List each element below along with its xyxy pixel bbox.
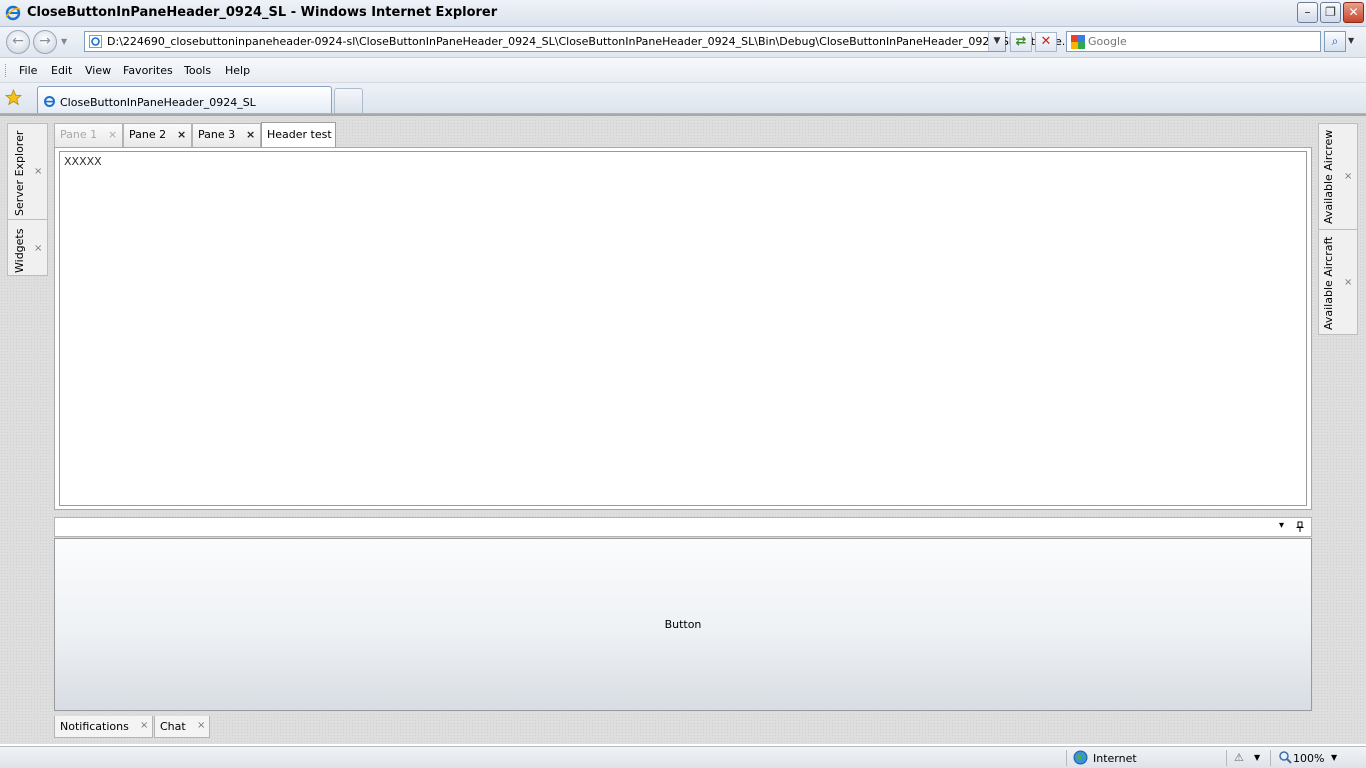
protected-mode-icon[interactable]: ⚠ — [1234, 751, 1244, 764]
address-url[interactable]: D:\224690_closebuttoninpaneheader-0924-s… — [107, 35, 1090, 48]
stop-button[interactable]: ✕ — [1035, 32, 1057, 52]
forward-button[interactable]: → — [33, 30, 57, 54]
dock-tab-server-explorer[interactable]: Server Explorer × — [8, 124, 47, 220]
browser-tab-label: CloseButtonInPaneHeader_0924_SL — [60, 96, 256, 109]
document-pane: XXXXX — [54, 147, 1312, 510]
doc-tab-header-test[interactable]: Header test — [261, 122, 336, 148]
dock-tab-label: Server Explorer — [13, 130, 26, 216]
status-separator — [1226, 750, 1227, 766]
zoom-magnifier-icon — [1279, 751, 1292, 764]
search-options-dropdown-icon[interactable]: ▼ — [1348, 36, 1354, 45]
close-icon[interactable]: × — [197, 720, 205, 731]
bottom-tab-label: Notifications — [60, 720, 129, 733]
doc-tab-label: Pane 3 — [198, 128, 236, 141]
bottom-pane-header: ▾ — [54, 517, 1312, 537]
document-content-area[interactable]: XXXXX — [59, 151, 1307, 506]
close-icon[interactable]: × — [34, 166, 42, 177]
dock-tab-label: Available Aircrew — [1322, 129, 1335, 224]
menu-favorites[interactable]: Favorites — [123, 64, 173, 77]
security-zone-label[interactable]: Internet — [1093, 752, 1137, 765]
bottom-tab-chat[interactable]: Chat × — [154, 716, 210, 738]
bottom-pane-button[interactable]: Button — [54, 538, 1312, 711]
new-tab-button[interactable] — [334, 88, 363, 113]
restore-button[interactable]: ❐ — [1320, 2, 1341, 23]
internet-globe-icon — [1073, 750, 1088, 765]
bottom-tab-notifications[interactable]: Notifications × — [54, 716, 153, 738]
search-button[interactable]: ⌕ — [1324, 31, 1346, 52]
close-icon[interactable]: × — [1344, 277, 1352, 288]
dock-tab-label: Available Aircraft — [1322, 236, 1335, 330]
address-field[interactable]: D:\224690_closebuttoninpaneheader-0924-s… — [84, 31, 1090, 52]
refresh-button[interactable]: ⇄ — [1010, 32, 1032, 52]
close-window-button[interactable]: ✕ — [1343, 2, 1364, 23]
minimize-button[interactable]: – — [1297, 2, 1318, 23]
menu-bar: File Edit View Favorites Tools Help — [0, 58, 1366, 83]
zoom-level[interactable]: 100% — [1293, 752, 1324, 765]
recent-pages-dropdown-icon[interactable]: ▼ — [61, 37, 67, 46]
close-icon[interactable]: × — [246, 128, 255, 141]
menu-view[interactable]: View — [85, 64, 111, 77]
bottom-tab-label: Chat — [160, 720, 186, 733]
status-bar: Internet ⚠ ▼ 100% ▼ — [0, 746, 1366, 768]
doc-tab-label: Header test — [267, 128, 332, 141]
back-button[interactable]: ← — [6, 30, 30, 54]
browser-tab[interactable]: CloseButtonInPaneHeader_0924_SL — [37, 86, 332, 113]
chevron-down-icon[interactable]: ▼ — [1254, 753, 1260, 762]
dock-tab-widgets[interactable]: Widgets × — [8, 221, 47, 277]
address-dropdown-icon[interactable]: ▼ — [988, 32, 1005, 51]
page-ie-icon — [89, 35, 102, 48]
menu-help[interactable]: Help — [225, 64, 250, 77]
ie-logo-icon — [5, 5, 21, 21]
doc-tab-pane-3[interactable]: Pane 3 × — [192, 123, 261, 147]
dock-tab-available-aircraft[interactable]: Available Aircraft × — [1319, 231, 1357, 336]
close-icon[interactable]: × — [34, 243, 42, 254]
pane-menu-dropdown-icon[interactable]: ▾ — [1279, 520, 1284, 531]
toolbar-grip[interactable] — [5, 64, 8, 77]
close-icon[interactable]: × — [108, 128, 117, 141]
doc-tab-pane-1[interactable]: Pane 1 × — [54, 123, 123, 147]
search-input[interactable] — [1088, 34, 1316, 49]
dock-tab-label: Widgets — [13, 228, 26, 273]
doc-tab-label: Pane 2 — [129, 128, 167, 141]
zoom-dropdown-icon[interactable]: ▼ — [1331, 753, 1337, 762]
right-dock-strip: Available Aircrew × Available Aircraft × — [1318, 123, 1358, 335]
menu-file[interactable]: File — [19, 64, 37, 77]
doc-tab-label: Pane 1 — [60, 128, 98, 141]
google-icon — [1071, 35, 1085, 49]
doc-tab-pane-2[interactable]: Pane 2 × — [123, 123, 192, 147]
pin-icon[interactable] — [1295, 521, 1305, 533]
address-toolbar: ← → ▼ D:\224690_closebuttoninpaneheader-… — [0, 27, 1366, 58]
menu-tools[interactable]: Tools — [184, 64, 211, 77]
status-separator — [1066, 750, 1067, 766]
window-title: CloseButtonInPaneHeader_0924_SL - Window… — [27, 5, 498, 20]
favorites-star-icon[interactable] — [5, 89, 22, 106]
status-separator — [1270, 750, 1271, 766]
close-icon[interactable]: × — [177, 128, 186, 141]
search-box[interactable] — [1066, 31, 1321, 52]
browser-tab-bar: CloseButtonInPaneHeader_0924_SL — [0, 83, 1366, 114]
close-icon[interactable]: × — [1344, 171, 1352, 182]
left-dock-strip: Server Explorer × Widgets × — [7, 123, 48, 276]
close-icon[interactable]: × — [140, 720, 148, 731]
dock-tab-available-aircrew[interactable]: Available Aircrew × — [1319, 124, 1357, 230]
menu-edit[interactable]: Edit — [51, 64, 72, 77]
tab-ie-icon — [44, 96, 55, 107]
title-bar: CloseButtonInPaneHeader_0924_SL - Window… — [0, 0, 1366, 27]
document-text: XXXXX — [64, 155, 102, 168]
